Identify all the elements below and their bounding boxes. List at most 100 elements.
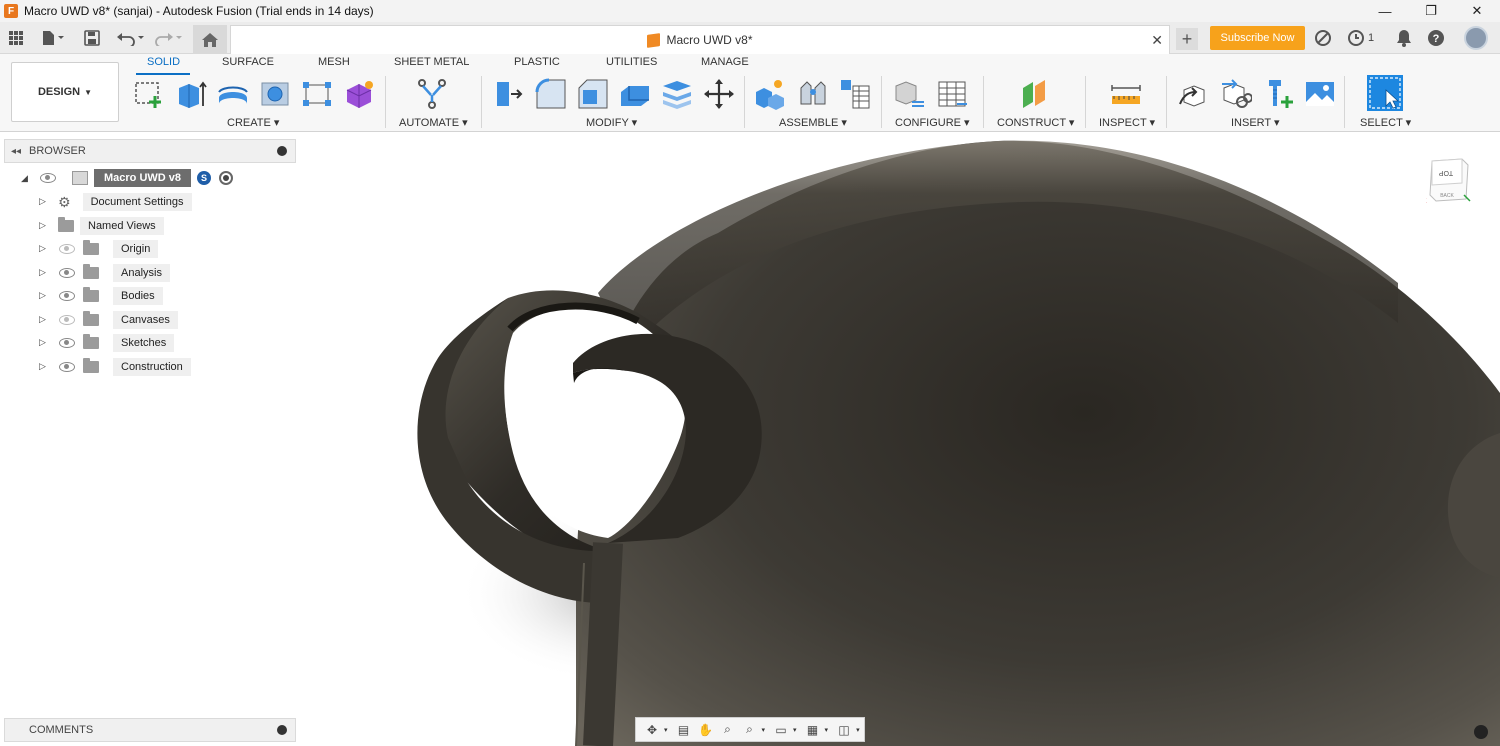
select-icon[interactable] [1366, 74, 1404, 112]
eye-icon[interactable] [59, 291, 75, 301]
model-viewport[interactable] [298, 133, 1500, 746]
tab-mesh[interactable]: MESH [318, 56, 350, 68]
browser-node[interactable]: ⚙ Document Settings [58, 192, 192, 212]
browser-node[interactable]: Canvases [59, 310, 178, 330]
browser-panel-header[interactable]: ◂◂ BROWSER [4, 139, 296, 163]
viewports-icon[interactable]: ◫ [834, 721, 854, 739]
file-icon[interactable] [38, 28, 68, 48]
maximize-button[interactable]: ❐ [1408, 0, 1454, 22]
chamfer-icon[interactable] [577, 78, 609, 110]
measure-icon[interactable] [1110, 78, 1142, 110]
group-construct[interactable]: CONSTRUCT ▾ [997, 116, 1074, 129]
add-comment-icon[interactable] [277, 725, 287, 735]
orbit-icon[interactable]: ✥ [642, 721, 662, 739]
home-tab[interactable] [193, 25, 227, 54]
group-automate[interactable]: AUTOMATE ▾ [399, 116, 468, 129]
close-tab-button[interactable]: ✕ [1151, 32, 1163, 49]
user-avatar[interactable] [1464, 26, 1488, 50]
group-assemble[interactable]: ASSEMBLE ▾ [779, 116, 847, 129]
hole-icon[interactable] [259, 78, 291, 110]
create-sketch-icon[interactable] [133, 78, 165, 110]
expand-node-icon[interactable]: ▷ [39, 267, 46, 278]
pattern-icon[interactable] [301, 78, 333, 110]
pan-icon[interactable]: ✋ [696, 721, 716, 739]
subscribe-button[interactable]: Subscribe Now [1210, 26, 1305, 50]
expand-node-icon[interactable]: ▷ [39, 361, 46, 372]
new-tab-button[interactable]: + [1176, 28, 1198, 50]
document-tab[interactable]: Macro UWD v8* ✕ [230, 25, 1170, 54]
jobs-status[interactable]: 1 [1347, 28, 1374, 48]
browser-node[interactable]: Sketches [59, 333, 175, 353]
insert-canvas-icon[interactable] [1304, 78, 1336, 110]
tab-plastic[interactable]: PLASTIC [514, 56, 560, 68]
browser-root-label[interactable]: Macro UWD v8 [94, 169, 192, 187]
insert-derive-icon[interactable] [1178, 78, 1210, 110]
collapse-panel-icon[interactable]: ◂◂ [11, 146, 21, 157]
browser-node[interactable]: Analysis [59, 263, 170, 283]
look-at-icon[interactable]: ▤ [674, 721, 694, 739]
joint-icon[interactable] [797, 78, 829, 110]
tab-utilities[interactable]: UTILITIES [606, 56, 657, 68]
expand-node-icon[interactable]: ▷ [39, 314, 46, 325]
expand-node-icon[interactable]: ▷ [39, 337, 46, 348]
eye-icon[interactable] [59, 315, 75, 325]
new-component-icon[interactable] [754, 78, 786, 110]
eye-icon[interactable] [59, 362, 75, 372]
group-select[interactable]: SELECT ▾ [1360, 116, 1411, 129]
offline-icon[interactable] [1314, 28, 1332, 48]
browser-node[interactable]: Named Views [58, 216, 164, 236]
automate-icon[interactable] [416, 78, 448, 110]
eye-icon[interactable] [59, 268, 75, 278]
eye-icon[interactable] [59, 244, 75, 254]
group-create[interactable]: CREATE ▾ [227, 116, 279, 129]
minimize-panel-icon[interactable] [277, 146, 287, 156]
configure-design-icon[interactable] [894, 78, 926, 110]
expand-node-icon[interactable]: ▷ [39, 220, 46, 231]
undo-icon[interactable] [114, 28, 148, 48]
fillet-icon[interactable] [535, 78, 567, 110]
grid-icon[interactable] [6, 28, 26, 48]
tab-sheet-metal[interactable]: SHEET METAL [394, 56, 469, 68]
extrude-icon[interactable] [175, 78, 207, 110]
bill-of-materials-icon[interactable] [839, 78, 871, 110]
close-window-button[interactable]: ✕ [1454, 0, 1500, 22]
revolve-icon[interactable] [217, 78, 249, 110]
viewcube[interactable]: TOP BACK X [1426, 157, 1472, 207]
group-inspect[interactable]: INSPECT ▾ [1099, 116, 1155, 129]
browser-root[interactable]: Macro UWD v8 S [40, 168, 234, 188]
expand-node-icon[interactable]: ▷ [39, 290, 46, 301]
help-icon[interactable]: ? [1427, 28, 1445, 48]
expand-root-icon[interactable]: ◢ [21, 173, 28, 184]
press-pull-icon[interactable] [493, 78, 525, 110]
browser-node[interactable]: Construction [59, 357, 191, 377]
eye-icon[interactable] [40, 173, 56, 183]
combine-icon[interactable] [661, 78, 693, 110]
configuration-table-icon[interactable] [937, 78, 969, 110]
display-settings-icon[interactable]: ▭ [771, 721, 791, 739]
minimize-button[interactable]: — [1362, 0, 1408, 22]
comments-panel-header[interactable]: COMMENTS [4, 718, 296, 742]
tab-manage[interactable]: MANAGE [701, 56, 749, 68]
zoom-icon[interactable]: ⌕ [718, 721, 738, 739]
insert-mcmaster-icon[interactable] [1263, 78, 1295, 110]
expand-node-icon[interactable]: ▷ [39, 243, 46, 254]
eye-icon[interactable] [59, 338, 75, 348]
shell-icon[interactable] [619, 78, 651, 110]
create-form-icon[interactable] [343, 78, 375, 110]
group-insert[interactable]: INSERT ▾ [1231, 116, 1280, 129]
activate-icon[interactable] [219, 171, 234, 185]
bell-icon[interactable] [1396, 28, 1412, 48]
fit-icon[interactable]: ⌕ [740, 721, 760, 739]
tab-surface[interactable]: SURFACE [222, 56, 274, 68]
move-copy-icon[interactable] [703, 78, 735, 110]
workspace-switcher[interactable]: DESIGN ▼ [11, 62, 119, 122]
tab-solid[interactable]: SOLID [147, 56, 180, 68]
insert-link-icon[interactable] [1220, 78, 1252, 110]
group-configure[interactable]: CONFIGURE ▾ [895, 116, 970, 129]
browser-node[interactable]: Bodies [59, 286, 163, 306]
save-icon[interactable] [82, 28, 102, 48]
redo-icon[interactable] [152, 28, 186, 48]
display-mode-icon[interactable] [1474, 725, 1488, 739]
expand-node-icon[interactable]: ▷ [39, 196, 46, 207]
browser-node[interactable]: Origin [59, 239, 159, 259]
